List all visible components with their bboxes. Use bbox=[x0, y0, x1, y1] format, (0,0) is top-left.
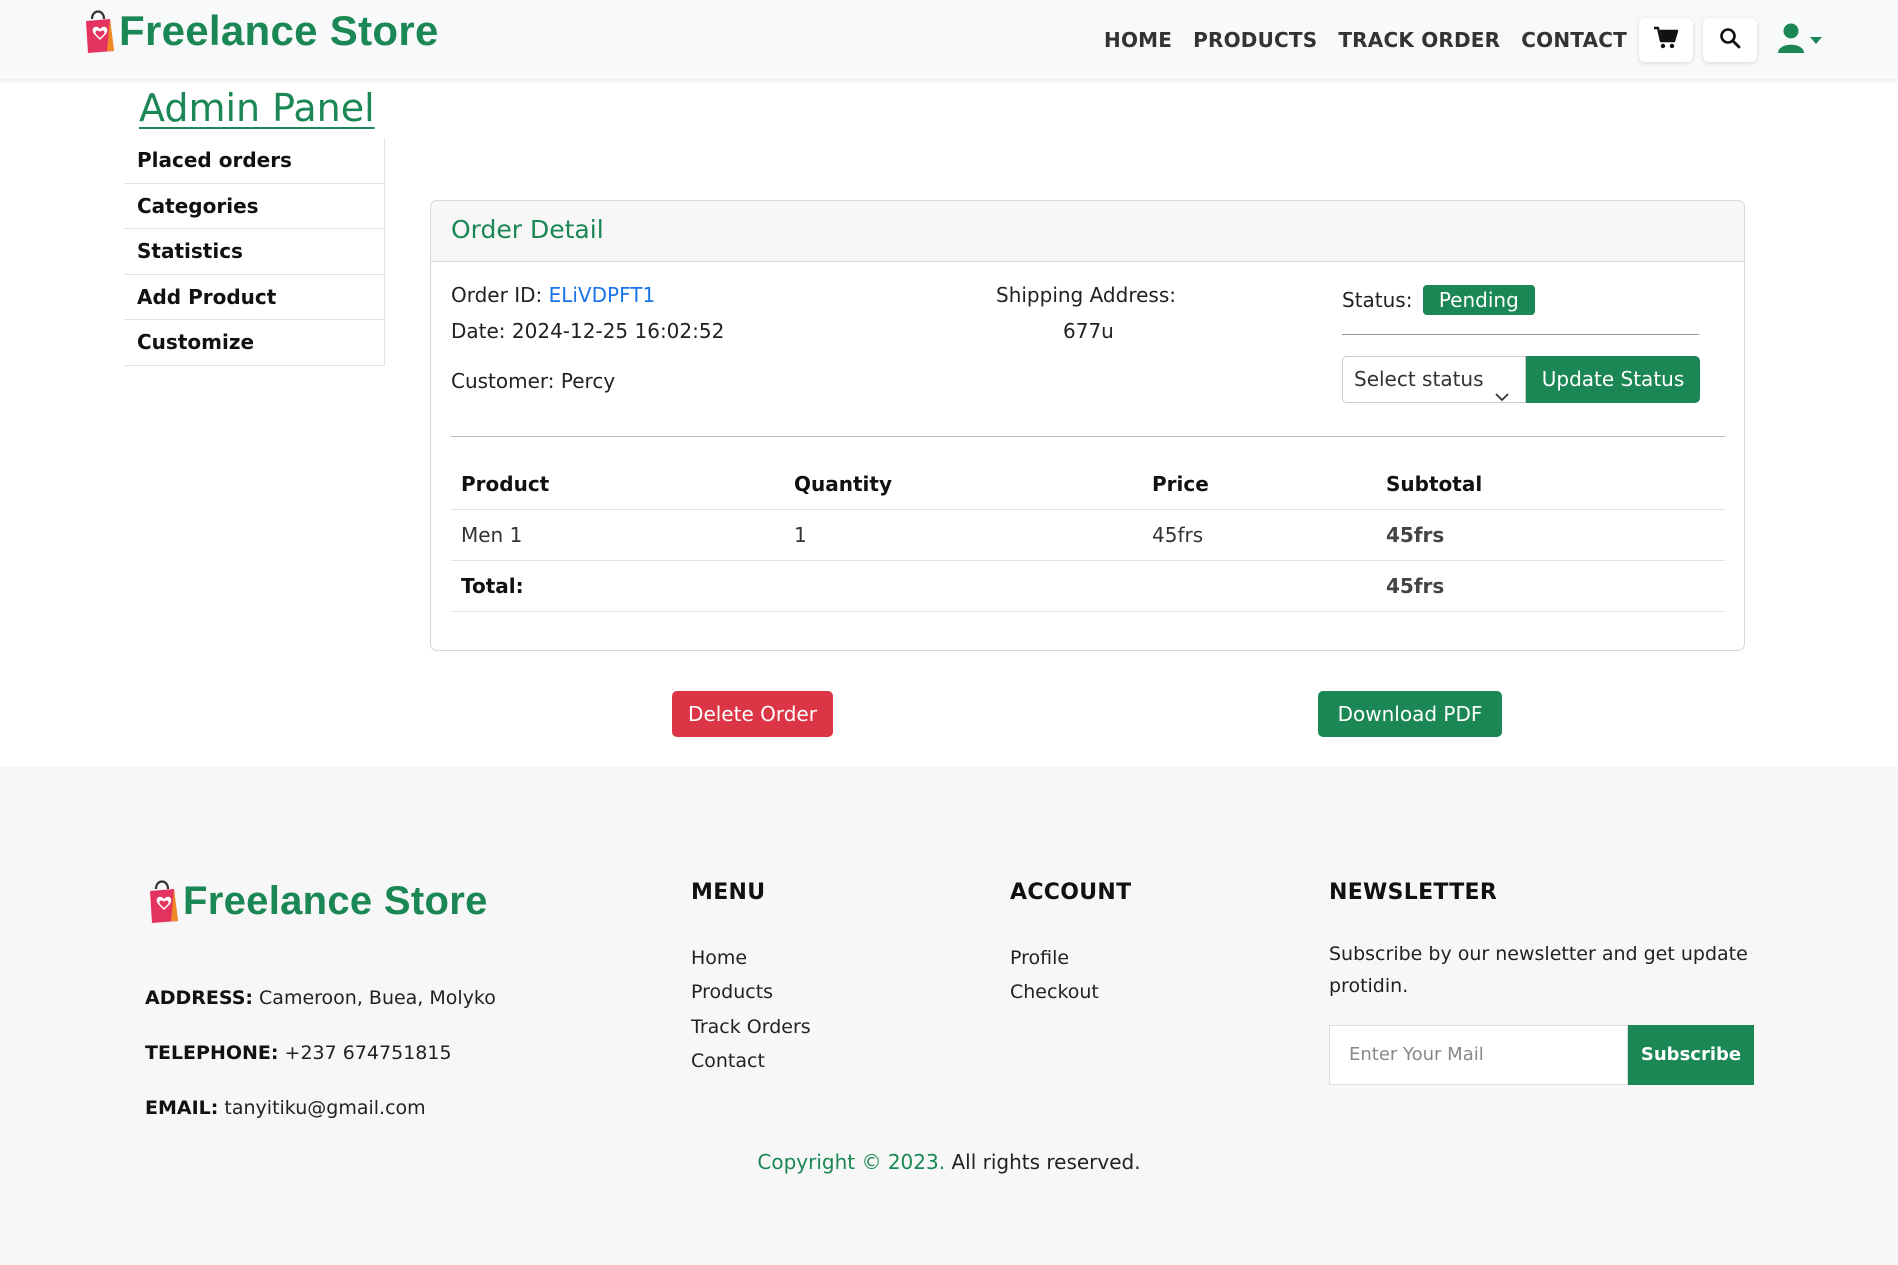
nav-contact[interactable]: CONTACT bbox=[1521, 28, 1627, 52]
footer-brand-logo[interactable]: Freelance Store bbox=[147, 877, 488, 925]
total-empty bbox=[1142, 560, 1376, 612]
telephone-value: +237 674751815 bbox=[284, 1042, 452, 1064]
footer-telephone: TELEPHONE: +237 674751815 bbox=[145, 1042, 452, 1064]
user-menu-dropdown[interactable] bbox=[1777, 23, 1822, 57]
cell-subtotal: 45frs bbox=[1376, 509, 1725, 561]
cell-price: 45frs bbox=[1142, 509, 1376, 561]
nav-home[interactable]: HOME bbox=[1104, 28, 1172, 52]
customer-label: Customer: bbox=[451, 369, 555, 393]
col-product: Product bbox=[451, 459, 784, 510]
copyright: Copyright © 2023. All rights reserved. bbox=[0, 1150, 1898, 1174]
address-value: Cameroon, Buea, Molyko bbox=[259, 987, 496, 1009]
status-select-value: Select status bbox=[1354, 367, 1484, 391]
total-value: 45frs bbox=[1376, 560, 1725, 612]
shopping-bag-heart-icon bbox=[147, 877, 181, 925]
table-header-row: Product Quantity Price Subtotal bbox=[451, 459, 1725, 510]
shopping-bag-heart-icon bbox=[83, 7, 117, 55]
footer-account-title: ACCOUNT bbox=[1010, 880, 1132, 905]
user-icon bbox=[1777, 23, 1805, 57]
card-title: Order Detail bbox=[431, 201, 1744, 262]
footer-link-checkout[interactable]: Checkout bbox=[1010, 981, 1099, 1003]
status-select[interactable]: Select status bbox=[1342, 356, 1526, 403]
shipping-address-label: Shipping Address: bbox=[996, 283, 1176, 307]
copyright-year: Copyright © 2023. bbox=[757, 1150, 946, 1174]
customer-row: Customer: Percy bbox=[451, 369, 615, 393]
shipping-address-value: 677u bbox=[1063, 319, 1114, 343]
caret-down-icon bbox=[1810, 30, 1822, 49]
email-value: tanyitiku@gmail.com bbox=[224, 1097, 426, 1119]
newsletter-description: Subscribe by our newsletter and get upda… bbox=[1329, 943, 1748, 997]
footer-menu-title: MENU bbox=[691, 880, 766, 905]
cart-icon bbox=[1653, 26, 1679, 54]
footer-email: EMAIL: tanyitiku@gmail.com bbox=[145, 1097, 426, 1119]
order-date-value: 2024-12-25 16:02:52 bbox=[511, 319, 725, 343]
order-id-label: Order ID: bbox=[451, 283, 543, 307]
footer-link-track-orders[interactable]: Track Orders bbox=[691, 1016, 811, 1038]
cart-button[interactable] bbox=[1639, 17, 1693, 62]
download-pdf-button[interactable]: Download PDF bbox=[1318, 691, 1502, 737]
total-row: Total: 45frs bbox=[451, 560, 1725, 612]
sidebar-item-statistics[interactable]: Statistics bbox=[124, 229, 384, 275]
order-detail-card: Order Detail Order ID: ELiVDPFT1 Date: 2… bbox=[430, 200, 1745, 651]
order-date-label: Date: bbox=[451, 319, 506, 343]
sidebar-item-customize[interactable]: Customize bbox=[124, 320, 384, 366]
delete-order-button[interactable]: Delete Order bbox=[672, 691, 833, 737]
footer-address: ADDRESS: Cameroon, Buea, Molyko bbox=[145, 987, 496, 1009]
col-quantity: Quantity bbox=[784, 459, 1142, 510]
brand-logo[interactable]: Freelance Store bbox=[83, 7, 439, 55]
footer-newsletter-title: NEWSLETTER bbox=[1329, 880, 1498, 905]
top-navbar: Freelance Store HOME PRODUCTS TRACK ORDE… bbox=[0, 0, 1898, 79]
sidebar-item-add-product[interactable]: Add Product bbox=[124, 275, 384, 320]
sidebar-item-categories[interactable]: Categories bbox=[124, 184, 384, 229]
card-divider bbox=[451, 436, 1725, 437]
order-id-value: ELiVDPFT1 bbox=[548, 283, 656, 307]
footer-link-products[interactable]: Products bbox=[691, 981, 773, 1003]
col-subtotal: Subtotal bbox=[1376, 459, 1725, 510]
cell-quantity: 1 bbox=[784, 509, 1142, 561]
nav-products[interactable]: PRODUCTS bbox=[1193, 28, 1317, 52]
nav-track-order[interactable]: TRACK ORDER bbox=[1338, 28, 1500, 52]
search-button[interactable] bbox=[1703, 17, 1757, 62]
col-price: Price bbox=[1142, 459, 1376, 510]
search-icon bbox=[1719, 27, 1741, 53]
admin-sidebar: Placed orders Categories Statistics Add … bbox=[124, 138, 385, 366]
brand-name: Freelance Store bbox=[119, 7, 439, 54]
footer-link-home[interactable]: Home bbox=[691, 947, 747, 969]
order-id-row: Order ID: ELiVDPFT1 bbox=[451, 283, 655, 307]
subscribe-button[interactable]: Subscribe bbox=[1628, 1025, 1754, 1085]
copyright-text: All rights reserved. bbox=[945, 1150, 1141, 1174]
update-status-button[interactable]: Update Status bbox=[1526, 356, 1700, 403]
main-nav: HOME PRODUCTS TRACK ORDER CONTACT bbox=[1083, 0, 1822, 79]
status-label: Status: bbox=[1342, 288, 1413, 312]
total-label: Total: bbox=[451, 560, 784, 612]
status-row: Status: Pending bbox=[1342, 285, 1535, 315]
footer-brand-name: Freelance Store bbox=[183, 878, 488, 923]
customer-value: Percy bbox=[560, 369, 616, 393]
footer-link-contact[interactable]: Contact bbox=[691, 1050, 765, 1072]
site-footer: Freelance Store ADDRESS: Cameroon, Buea,… bbox=[0, 767, 1898, 1265]
email-label: EMAIL: bbox=[145, 1097, 219, 1119]
address-label: ADDRESS: bbox=[145, 987, 253, 1009]
table-row: Men 1 1 45frs 45frs bbox=[451, 509, 1725, 561]
admin-panel-title[interactable]: Admin Panel bbox=[139, 86, 375, 130]
status-badge: Pending bbox=[1422, 285, 1535, 315]
newsletter-email-input[interactable]: Enter Your Mail bbox=[1329, 1025, 1628, 1085]
chevron-down-icon bbox=[1495, 373, 1509, 418]
cell-product: Men 1 bbox=[451, 509, 784, 561]
sidebar-item-placed-orders[interactable]: Placed orders bbox=[124, 138, 384, 184]
footer-link-profile[interactable]: Profile bbox=[1010, 947, 1069, 969]
order-date-row: Date: 2024-12-25 16:02:52 bbox=[451, 319, 724, 343]
total-empty bbox=[784, 560, 1142, 612]
telephone-label: TELEPHONE: bbox=[145, 1042, 279, 1064]
status-divider bbox=[1342, 334, 1699, 335]
order-items-table: Product Quantity Price Subtotal Men 1 1 … bbox=[451, 459, 1725, 612]
